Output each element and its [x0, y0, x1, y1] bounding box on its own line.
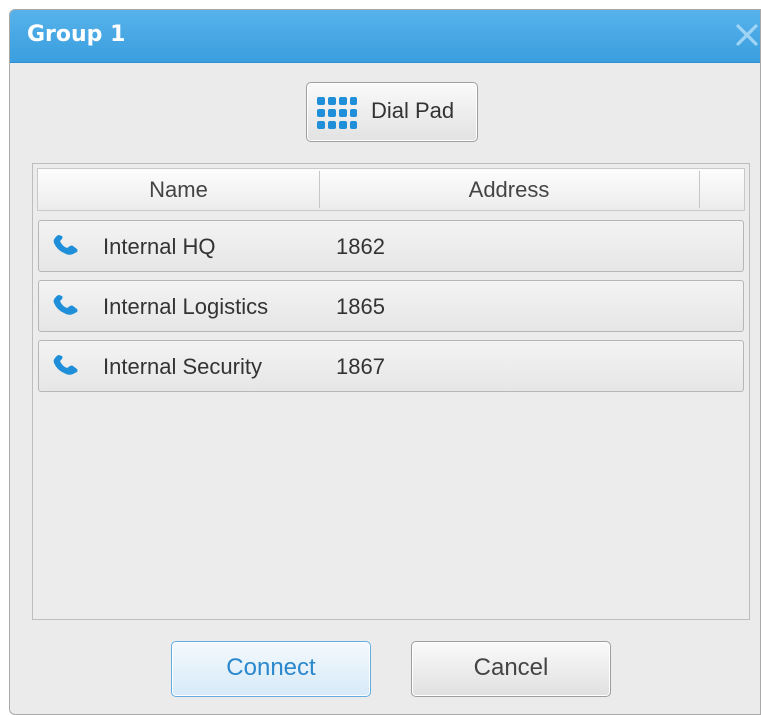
close-icon	[736, 24, 758, 46]
contact-name: Internal Logistics	[103, 294, 269, 319]
phone-icon	[53, 355, 78, 375]
group-dialog: Group 1 Dial Pad Name Address Internal H…	[9, 9, 761, 715]
list-row[interactable]: Internal Logistics 1865	[38, 280, 744, 332]
contact-address: 1867	[336, 354, 385, 379]
phone-icon	[53, 295, 78, 315]
contact-address: 1865	[336, 294, 385, 319]
keypad-icon	[317, 97, 357, 129]
list-header: Name Address	[37, 168, 745, 211]
connect-button[interactable]: Connect	[171, 641, 371, 697]
close-button[interactable]	[730, 18, 760, 52]
contact-list: Name Address Internal HQ 1862 Internal L…	[32, 163, 750, 620]
contact-address: 1862	[336, 234, 385, 259]
cancel-button[interactable]: Cancel	[411, 641, 611, 697]
contact-name: Internal Security	[103, 354, 262, 379]
title-bar: Group 1	[10, 10, 760, 63]
contact-name: Internal HQ	[103, 234, 216, 259]
phone-icon	[53, 235, 78, 255]
dial-pad-label: Dial Pad	[371, 98, 455, 123]
dialog-title: Group 1	[27, 22, 126, 47]
list-row[interactable]: Internal Security 1867	[38, 340, 744, 392]
column-header-name[interactable]: Name	[38, 169, 319, 210]
list-row[interactable]: Internal HQ 1862	[38, 220, 744, 272]
dial-pad-button[interactable]: Dial Pad	[306, 82, 478, 142]
column-header-address[interactable]: Address	[320, 169, 698, 210]
column-divider	[699, 171, 700, 208]
